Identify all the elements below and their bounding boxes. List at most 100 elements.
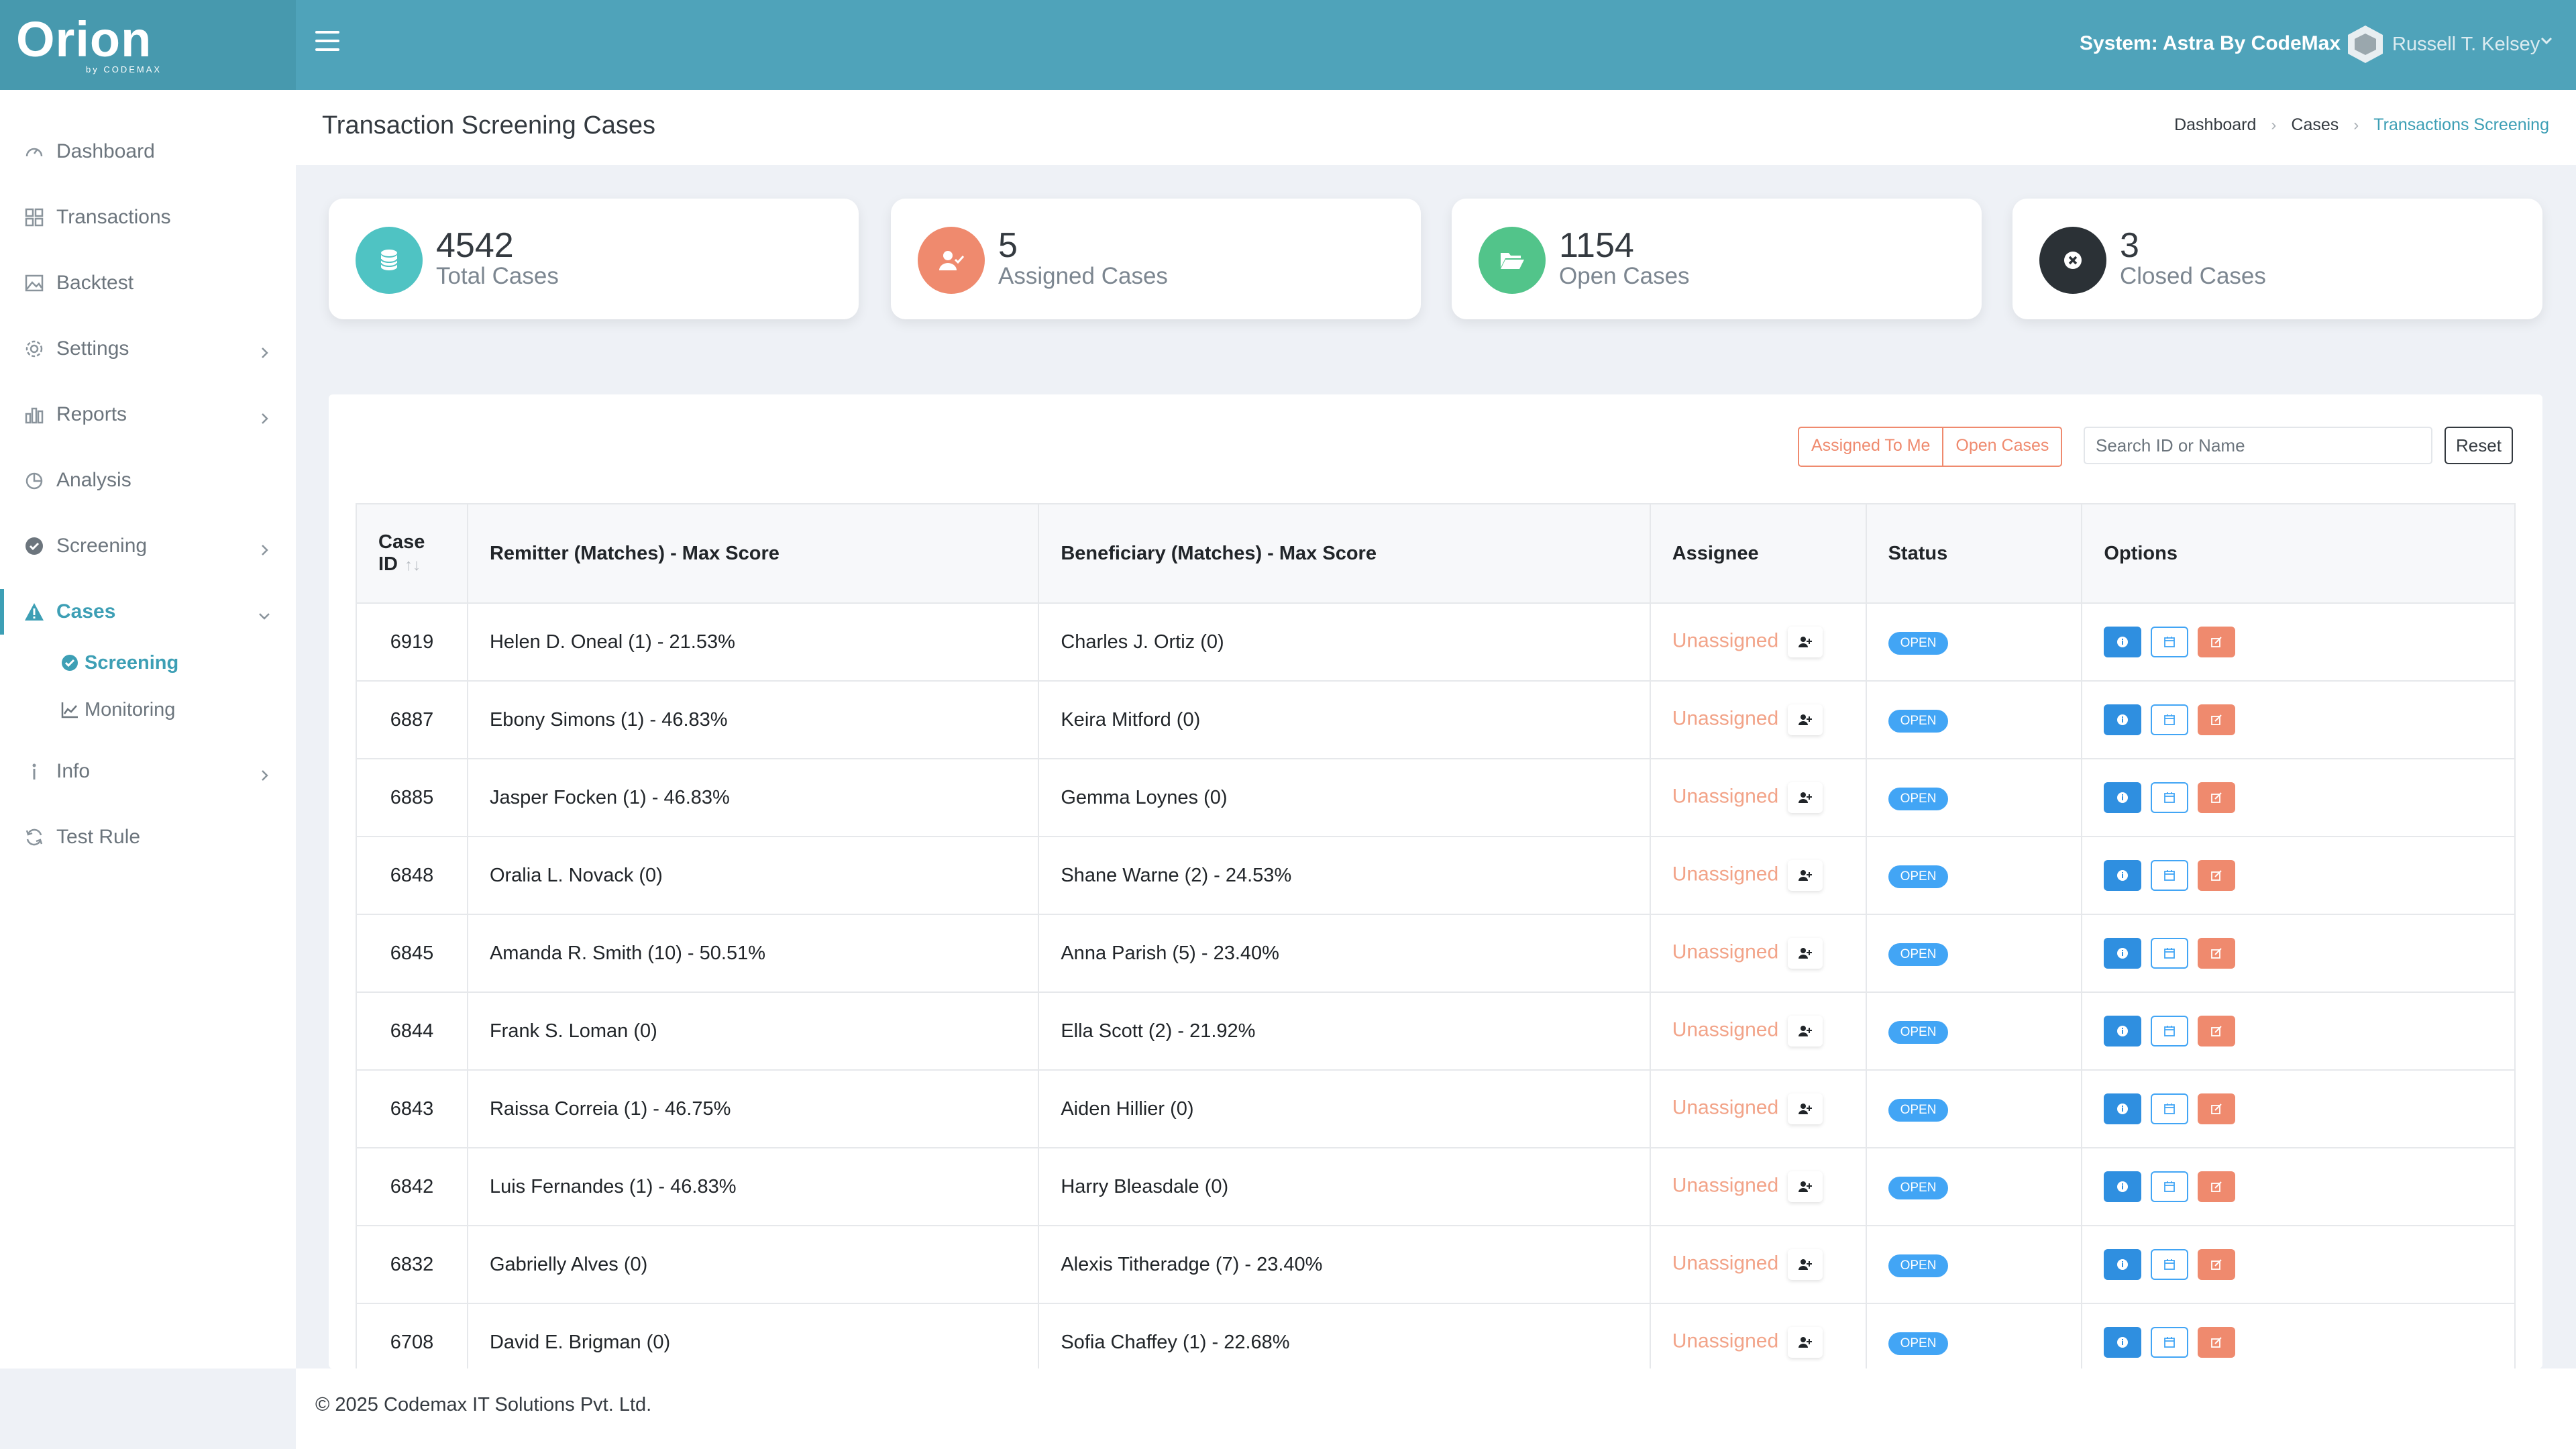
calendar-icon[interactable] (2151, 1093, 2189, 1124)
table-row[interactable]: 6842 Luis Fernandes (1) - 46.83% Harry Ble… (356, 1147, 2516, 1226)
calendar-icon[interactable] (2151, 860, 2189, 891)
case-id[interactable]: 6832 (356, 1225, 468, 1304)
assign-user-icon[interactable] (1788, 1249, 1823, 1280)
breadcrumb-dashboard[interactable]: Dashboard (2174, 115, 2256, 135)
table-row[interactable]: 6848 Oralia L. Novack (0) Shane Warne (2) … (356, 836, 2516, 915)
info-icon[interactable] (2104, 1249, 2142, 1280)
sidebar-item-info[interactable]: Info (0, 745, 296, 798)
options-cell (2081, 1147, 2516, 1226)
calendar-icon[interactable] (2151, 1171, 2189, 1202)
stat-value: 5 (998, 226, 1018, 265)
sidebar-item-reports[interactable]: Reports (0, 388, 296, 441)
assign-user-icon[interactable] (1788, 938, 1823, 969)
edit-icon[interactable] (2198, 938, 2236, 969)
calendar-icon[interactable] (2151, 1249, 2189, 1280)
edit-icon[interactable] (2198, 627, 2236, 657)
calendar-icon[interactable] (2151, 1016, 2189, 1046)
case-id[interactable]: 6843 (356, 1069, 468, 1148)
folder-open-icon (1479, 227, 1546, 294)
sidebar-item-cases[interactable]: Cases (0, 585, 296, 639)
assign-user-icon[interactable] (1788, 627, 1823, 657)
assignee-label: Unassigned (1672, 629, 1779, 652)
assign-user-icon[interactable] (1788, 860, 1823, 891)
edit-icon[interactable] (2198, 1093, 2236, 1124)
sidebar-item-screening[interactable]: Screening (0, 519, 296, 573)
edit-icon[interactable] (2198, 704, 2236, 735)
user-avatar[interactable] (2347, 24, 2384, 64)
table-row[interactable]: 6845 Amanda R. Smith (10) - 50.51% Anna Pa… (356, 914, 2516, 993)
calendar-icon[interactable] (2151, 704, 2189, 735)
assign-user-icon[interactable] (1788, 1327, 1823, 1358)
status-badge: OPEN (1888, 1254, 1949, 1277)
sidebar-item-transactions[interactable]: Transactions (0, 191, 296, 244)
sidebar-item-test-rule[interactable]: Test Rule (0, 810, 296, 864)
open-cases-button[interactable]: Open Cases (1943, 428, 2061, 466)
chevron-down-icon[interactable] (2540, 34, 2553, 52)
sidebar-item-settings[interactable]: Settings (0, 322, 296, 376)
status-cell: OPEN (1865, 991, 2083, 1071)
case-id[interactable]: 6842 (356, 1147, 468, 1226)
remitter-cell: Ebony Simons (1) - 46.83% (466, 680, 1040, 759)
status-cell: OPEN (1865, 602, 2083, 682)
info-icon[interactable] (2104, 704, 2142, 735)
stat-label: Total Cases (436, 263, 559, 289)
info-icon[interactable] (2104, 627, 2142, 657)
case-id[interactable]: 6848 (356, 836, 468, 915)
table-row[interactable]: 6919 Helen D. Oneal (1) - 21.53% Charles J… (356, 602, 2516, 682)
info-icon[interactable] (2104, 782, 2142, 813)
assigned-to-me-button[interactable]: Assigned To Me (1799, 428, 1944, 466)
case-id[interactable]: 6844 (356, 991, 468, 1071)
search-input[interactable]: Search ID or Name (2084, 427, 2432, 464)
sidebar-subitem-screening[interactable]: Screening (59, 643, 178, 683)
table-row[interactable]: 6885 Jasper Focken (1) - 46.83% Gemma Loyn… (356, 758, 2516, 837)
sidebar-item-backtest[interactable]: Backtest (0, 256, 296, 310)
table-row[interactable]: 6832 Gabrielly Alves (0) Alexis Titheradge… (356, 1225, 2516, 1304)
assign-user-icon[interactable] (1788, 1093, 1823, 1124)
calendar-icon[interactable] (2151, 938, 2189, 969)
assignee-cell: Unassigned (1649, 1069, 1867, 1148)
table-row[interactable]: 6843 Raissa Correia (1) - 46.75% Aiden Hil… (356, 1069, 2516, 1148)
reset-button[interactable]: Reset (2445, 427, 2513, 464)
col-case-id[interactable]: Case ID ↑↓ (356, 503, 468, 604)
assignee-cell: Unassigned (1649, 1225, 1867, 1304)
sort-icon[interactable]: ↑↓ (405, 556, 421, 575)
status-cell: OPEN (1865, 758, 2083, 837)
assign-user-icon[interactable] (1788, 704, 1823, 735)
breadcrumb-cases[interactable]: Cases (2291, 115, 2339, 135)
table-row[interactable]: 6844 Frank S. Loman (0) Ella Scott (2) - 2… (356, 991, 2516, 1071)
sidebar-subitem-monitoring[interactable]: Monitoring (59, 690, 175, 730)
info-icon[interactable] (2104, 938, 2142, 969)
edit-icon[interactable] (2198, 1171, 2236, 1202)
info-icon[interactable] (2104, 1171, 2142, 1202)
assign-user-icon[interactable] (1788, 1016, 1823, 1046)
case-id[interactable]: 6885 (356, 758, 468, 837)
user-name[interactable]: Russell T. Kelsey (2392, 34, 2540, 56)
info-icon[interactable] (2104, 1016, 2142, 1046)
menu-toggle-icon[interactable] (315, 31, 339, 51)
case-id[interactable]: 6887 (356, 680, 468, 759)
table-row[interactable]: 6887 Ebony Simons (1) - 46.83% Keira Mitfo… (356, 680, 2516, 759)
app-logo[interactable]: Orion (16, 9, 152, 70)
options-cell (2081, 914, 2516, 993)
cases-table: Case ID ↑↓ Remitter (Matches) - Max Score… (356, 503, 2516, 1382)
breadcrumb: Dashboard › Cases › Transactions Screeni… (2174, 115, 2549, 135)
info-icon[interactable] (2104, 1093, 2142, 1124)
calendar-icon[interactable] (2151, 782, 2189, 813)
brand-area[interactable]: Orion by CODEMAX (0, 0, 296, 90)
assign-user-icon[interactable] (1788, 782, 1823, 813)
assign-user-icon[interactable] (1788, 1171, 1823, 1202)
sidebar-item-analysis[interactable]: Analysis (0, 453, 296, 507)
info-icon[interactable] (2104, 1327, 2142, 1358)
sidebar-item-dashboard[interactable]: Dashboard (0, 125, 296, 178)
case-id[interactable]: 6919 (356, 602, 468, 682)
edit-icon[interactable] (2198, 782, 2236, 813)
edit-icon[interactable] (2198, 1016, 2236, 1046)
edit-icon[interactable] (2198, 1327, 2236, 1358)
stat-card-total: 4542 Total Cases (329, 199, 859, 319)
case-id[interactable]: 6845 (356, 914, 468, 993)
edit-icon[interactable] (2198, 1249, 2236, 1280)
info-icon[interactable] (2104, 860, 2142, 891)
calendar-icon[interactable] (2151, 1327, 2189, 1358)
calendar-icon[interactable] (2151, 627, 2189, 657)
edit-icon[interactable] (2198, 860, 2236, 891)
